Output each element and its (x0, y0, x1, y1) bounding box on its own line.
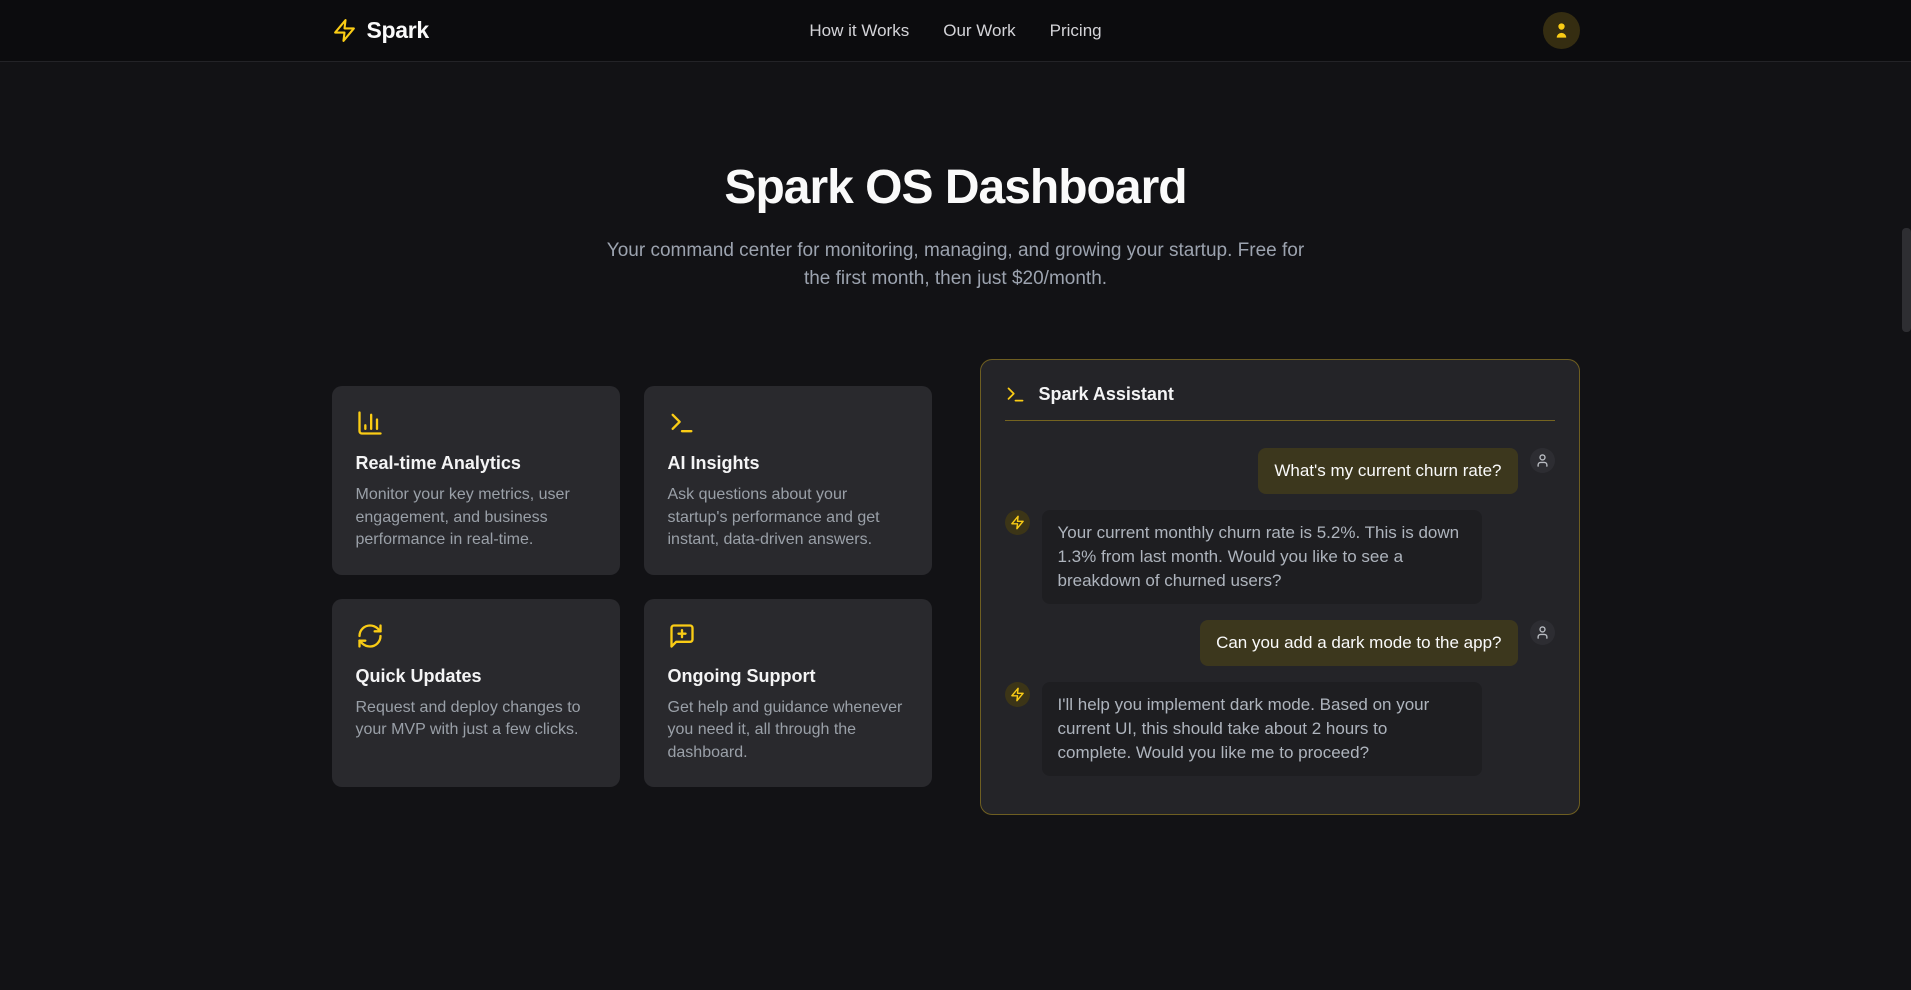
feature-title: Real-time Analytics (356, 450, 596, 476)
zap-icon (1010, 687, 1025, 702)
user-icon (1535, 453, 1550, 468)
chat-message-assistant: Your current monthly churn rate is 5.2%.… (1005, 510, 1555, 604)
brand[interactable]: Spark (332, 17, 810, 44)
navbar-inner: Spark How it Works Our Work Pricing (316, 0, 1596, 61)
brand-name: Spark (367, 17, 429, 44)
main-nav: How it Works Our Work Pricing (809, 21, 1101, 41)
hero-subtitle-line2: the first month, then just $20/month. (0, 265, 1911, 293)
scrollbar[interactable] (1902, 228, 1911, 332)
hero-subtitle: Your command center for monitoring, mana… (0, 237, 1911, 293)
spark-logo-zap-icon (332, 18, 357, 43)
hero-section: Spark OS Dashboard Your command center f… (0, 62, 1911, 293)
feature-description: Request and deploy changes to your MVP w… (356, 697, 596, 742)
zap-icon (1010, 515, 1025, 530)
chat-header: Spark Assistant (1005, 384, 1555, 405)
message-square-plus-icon (668, 622, 908, 650)
message-bubble: Your current monthly churn rate is 5.2%.… (1042, 510, 1482, 604)
message-bubble: What's my current churn rate? (1258, 448, 1517, 494)
hero-subtitle-line1: Your command center for monitoring, mana… (0, 237, 1911, 265)
feature-card-quick-updates: Quick Updates Request and deploy changes… (332, 599, 620, 788)
spark-assistant-panel: Spark Assistant What's my current churn … (980, 359, 1580, 815)
bar-chart-icon (356, 409, 596, 437)
feature-card-real-time-analytics: Real-time Analytics Monitor your key met… (332, 386, 620, 575)
chat-message-user: Can you add a dark mode to the app? (1005, 620, 1555, 666)
terminal-icon (668, 409, 908, 437)
feature-description: Ask questions about your startup's perfo… (668, 484, 908, 552)
content-grid: Real-time Analytics Monitor your key met… (316, 359, 1596, 815)
feature-card-ongoing-support: Ongoing Support Get help and guidance wh… (644, 599, 932, 788)
user-avatar (1530, 448, 1555, 473)
user-icon (1535, 625, 1550, 640)
user-avatar (1530, 620, 1555, 645)
feature-title: Quick Updates (356, 663, 596, 689)
feature-description: Monitor your key metrics, user engagemen… (356, 484, 596, 552)
nav-link-our-work[interactable]: Our Work (943, 21, 1015, 41)
nav-link-how-it-works[interactable]: How it Works (809, 21, 909, 41)
spark-avatar (1005, 682, 1030, 707)
refresh-icon (356, 622, 596, 650)
chat-message-assistant: I'll help you implement dark mode. Based… (1005, 682, 1555, 776)
message-bubble: Can you add a dark mode to the app? (1200, 620, 1517, 666)
chat-divider (1005, 420, 1555, 421)
spark-avatar (1005, 510, 1030, 535)
feature-title: AI Insights (668, 450, 908, 476)
feature-title: Ongoing Support (668, 663, 908, 689)
message-bubble: I'll help you implement dark mode. Based… (1042, 682, 1482, 776)
page-title: Spark OS Dashboard (0, 159, 1911, 217)
navbar-right (1102, 12, 1580, 49)
navbar: Spark How it Works Our Work Pricing (0, 0, 1911, 62)
nav-link-pricing[interactable]: Pricing (1050, 21, 1102, 41)
feature-description: Get help and guidance whenever you need … (668, 697, 908, 765)
account-button[interactable] (1543, 12, 1580, 49)
feature-card-ai-insights: AI Insights Ask questions about your sta… (644, 386, 932, 575)
terminal-icon (1005, 384, 1026, 405)
chat-panel-title: Spark Assistant (1039, 384, 1174, 405)
main-content: Spark OS Dashboard Your command center f… (0, 62, 1911, 815)
chat-message-user: What's my current churn rate? (1005, 448, 1555, 494)
features-grid: Real-time Analytics Monitor your key met… (332, 386, 932, 787)
user-icon (1552, 21, 1571, 40)
chat-messages: What's my current churn rate? Your curre… (1005, 448, 1555, 776)
